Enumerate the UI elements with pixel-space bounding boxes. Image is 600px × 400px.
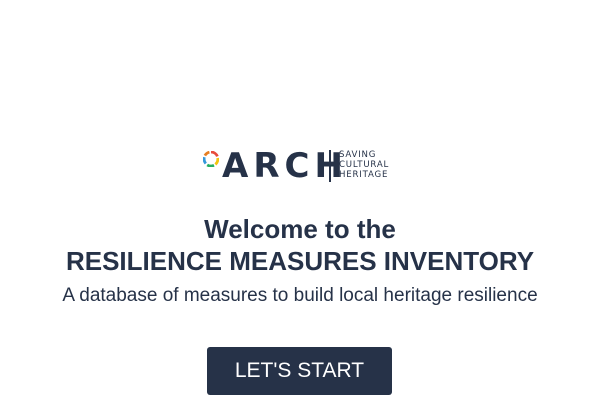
- logo-tagline-line: SAVING: [339, 150, 377, 160]
- subtitle: A database of measures to build local he…: [62, 285, 538, 306]
- arch-logo: ARCH SAVING CULTURAL HERITAGE: [197, 146, 397, 186]
- logo-tagline-line: HERITAGE: [339, 170, 389, 180]
- logo-divider: [329, 150, 331, 182]
- arch-logo-ring-icon: [203, 151, 219, 167]
- lets-start-button[interactable]: LET'S START: [207, 347, 392, 395]
- welcome-heading: Welcome to the: [204, 214, 396, 244]
- logo-tagline: SAVING CULTURAL HERITAGE: [339, 150, 389, 180]
- logo-tagline-line: CULTURAL: [339, 160, 390, 170]
- inventory-title: RESILIENCE MEASURES INVENTORY: [65, 246, 535, 276]
